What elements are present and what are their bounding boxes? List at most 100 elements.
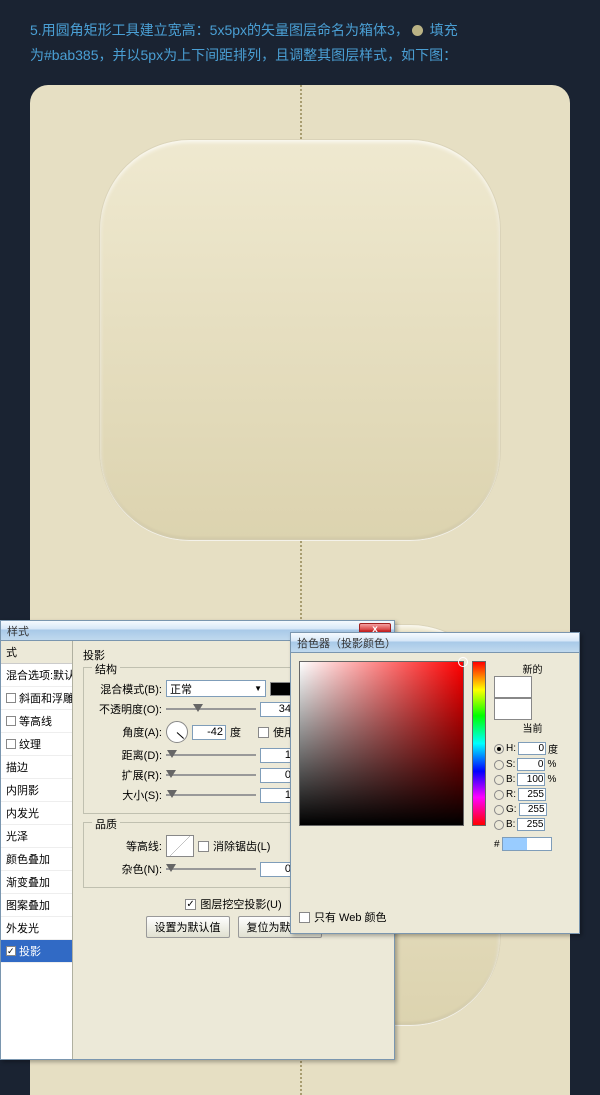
effect-checkbox[interactable] (6, 739, 16, 749)
b-radio[interactable] (494, 775, 504, 785)
sidebar-item[interactable]: 外发光 (1, 917, 72, 940)
effect-checkbox[interactable] (6, 716, 16, 726)
knockout-checkbox[interactable] (185, 899, 196, 910)
sidebar-item-label: 描边 (6, 759, 28, 775)
web-only-checkbox[interactable] (299, 912, 310, 923)
sidebar-item[interactable]: 纹理 (1, 733, 72, 756)
g-label: G: (506, 804, 517, 815)
sidebar-item-label: 内发光 (6, 805, 39, 821)
angle-unit: 度 (230, 724, 254, 740)
distance-label: 距离(D): (90, 747, 162, 763)
instruction-text: 5.用圆角矩形工具建立宽高：5x5px的矢量图层命名为箱体3， 填充 为#bab… (0, 0, 600, 80)
sidebar-item[interactable]: 等高线 (1, 710, 72, 733)
rounded-rect-preview-1 (100, 140, 500, 540)
b-input[interactable]: 100 (517, 773, 545, 786)
b-unit: % (547, 774, 556, 785)
blend-mode-select[interactable]: 正常 ▼ (166, 680, 266, 697)
spread-input[interactable]: 0 (260, 768, 294, 783)
angle-input[interactable]: -42 (192, 725, 226, 740)
r-label: R: (506, 789, 516, 800)
opacity-input[interactable]: 34 (260, 702, 294, 717)
sidebar-item-label: 外发光 (6, 920, 39, 936)
effect-checkbox[interactable] (6, 946, 16, 956)
contour-picker[interactable] (166, 835, 194, 857)
size-slider[interactable] (166, 788, 256, 802)
hex-input[interactable] (502, 837, 552, 851)
instruction-part1: 5.用圆角矩形工具建立宽高：5x5px的矢量图层命名为箱体3， (30, 22, 409, 38)
new-color-swatch[interactable] (494, 676, 532, 698)
color-dot-icon (412, 25, 423, 36)
bb-input[interactable]: 255 (517, 818, 545, 831)
s-input[interactable]: 0 (517, 758, 545, 771)
spread-label: 扩展(R): (90, 767, 162, 783)
blend-mode-value: 正常 (170, 681, 192, 697)
s-unit: % (547, 759, 556, 770)
angle-dial[interactable] (166, 721, 188, 743)
web-only-label: 只有 Web 颜色 (314, 909, 387, 925)
sidebar-item[interactable]: 投影 (1, 940, 72, 963)
hex-label: # (494, 839, 500, 850)
sidebar-item[interactable]: 内阴影 (1, 779, 72, 802)
s-label: S: (506, 759, 515, 770)
noise-slider[interactable] (166, 862, 256, 876)
g-input[interactable]: 255 (519, 803, 547, 816)
sidebar-item-label: 颜色叠加 (6, 851, 50, 867)
antialias-label: 消除锯齿(L) (213, 838, 270, 854)
g-radio[interactable] (494, 805, 504, 815)
opacity-slider[interactable] (166, 702, 256, 716)
make-default-button[interactable]: 设置为默认值 (146, 916, 230, 938)
sidebar-item-label: 内阴影 (6, 782, 39, 798)
h-label: H: (506, 743, 516, 754)
instruction-part3: 为#bab385，并以5px为上下间距排列，且调整其图层样式，如下图： (30, 47, 457, 63)
bb-radio[interactable] (494, 820, 504, 830)
sidebar-item-label: 纹理 (19, 736, 41, 752)
s-radio[interactable] (494, 760, 504, 770)
chevron-down-icon: ▼ (254, 684, 262, 693)
sidebar-header: 式 (1, 641, 72, 664)
r-input[interactable]: 255 (518, 788, 546, 801)
sidebar-item[interactable]: 图案叠加 (1, 894, 72, 917)
quality-legend: 品质 (92, 816, 120, 832)
sidebar-item-label: 图案叠加 (6, 897, 50, 913)
sidebar-item[interactable]: 斜面和浮雕 (1, 687, 72, 710)
h-input[interactable]: 0 (518, 742, 546, 755)
effect-checkbox[interactable] (6, 693, 16, 703)
sidebar-item[interactable]: 描边 (1, 756, 72, 779)
hue-slider[interactable] (472, 661, 486, 826)
opacity-label: 不透明度(O): (90, 701, 162, 717)
distance-input[interactable]: 1 (260, 748, 294, 763)
size-input[interactable]: 1 (260, 788, 294, 803)
saturation-value-field[interactable] (299, 661, 464, 826)
current-color-swatch[interactable] (494, 698, 532, 720)
r-radio[interactable] (494, 790, 504, 800)
bb-label: B: (506, 819, 515, 830)
color-picker-dialog: 拾色器（投影颜色） 新的 当前 H:0度 S:0% B:100% R:255 G… (290, 632, 580, 934)
angle-label: 角度(A): (90, 724, 162, 740)
h-unit: 度 (548, 741, 558, 756)
sidebar-item-label: 混合选项:默认 (6, 667, 73, 683)
global-light-checkbox[interactable] (258, 727, 269, 738)
sidebar-item-label: 等高线 (19, 713, 52, 729)
contour-label: 等高线: (90, 838, 162, 854)
sidebar-item[interactable]: 光泽 (1, 825, 72, 848)
instruction-part2: 填充 (426, 22, 458, 38)
new-color-label: 新的 (494, 661, 571, 676)
current-color-label: 当前 (494, 720, 571, 735)
sidebar-item[interactable]: 混合选项:默认 (1, 664, 72, 687)
sidebar-item-label: 斜面和浮雕 (19, 690, 73, 706)
structure-legend: 结构 (92, 661, 120, 677)
noise-label: 杂色(N): (90, 861, 162, 877)
b-label: B: (506, 774, 515, 785)
antialias-checkbox[interactable] (198, 841, 209, 852)
noise-input[interactable]: 0 (260, 862, 294, 877)
sidebar-item[interactable]: 颜色叠加 (1, 848, 72, 871)
h-radio[interactable] (494, 744, 504, 754)
distance-slider[interactable] (166, 748, 256, 762)
picker-titlebar[interactable]: 拾色器（投影颜色） (291, 633, 579, 653)
sidebar-item[interactable]: 内发光 (1, 802, 72, 825)
picker-title: 拾色器（投影颜色） (297, 635, 396, 651)
sidebar-item[interactable]: 渐变叠加 (1, 871, 72, 894)
spread-slider[interactable] (166, 768, 256, 782)
sidebar-item-label: 渐变叠加 (6, 874, 50, 890)
blend-mode-label: 混合模式(B): (90, 681, 162, 697)
